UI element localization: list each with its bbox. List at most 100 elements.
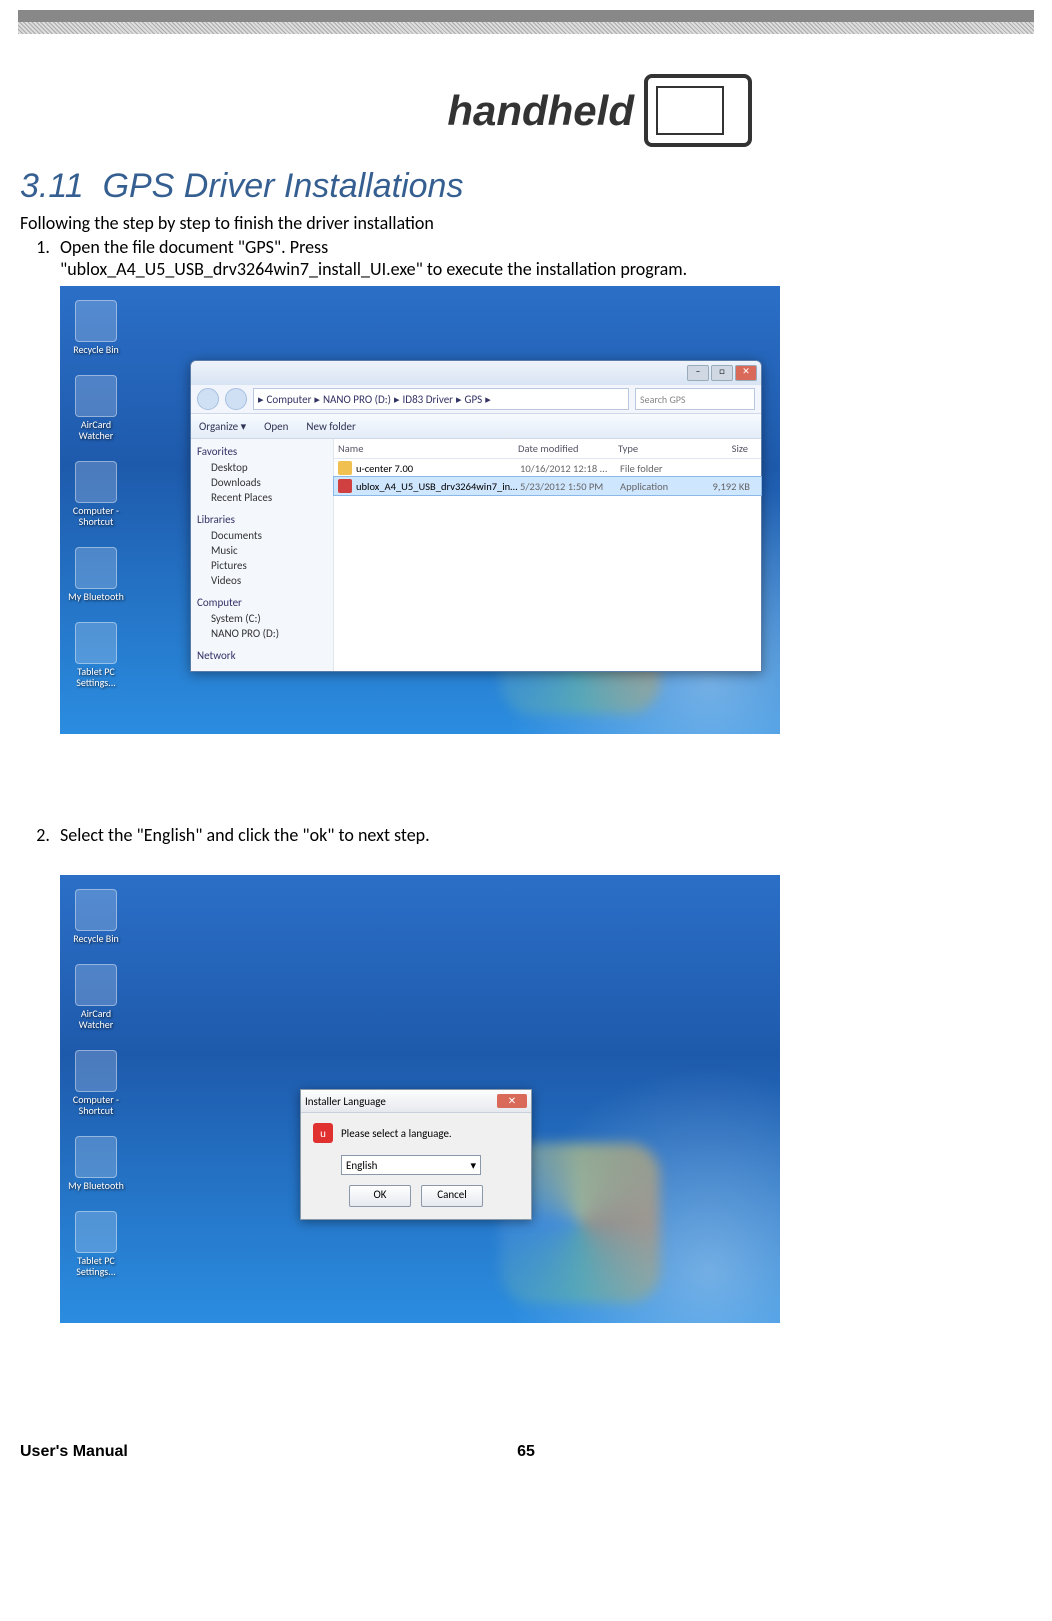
desktop-icon-bluetooth[interactable]: My Bluetooth: [68, 1136, 124, 1191]
step-list-2: Select the "English" and click the "ok" …: [20, 824, 1032, 846]
desktop-icon-computer[interactable]: Computer - Shortcut: [68, 461, 124, 527]
desktop-icons: Recycle Bin AirCard Watcher Computer - S…: [68, 300, 130, 708]
desktop-icon-aircard[interactable]: AirCard Watcher: [68, 964, 124, 1030]
desktop-icon-bluetooth[interactable]: My Bluetooth: [68, 547, 124, 602]
ok-button[interactable]: OK: [349, 1185, 411, 1207]
screenshot-2: Recycle Bin AirCard Watcher Computer - S…: [60, 875, 780, 1323]
recycle-bin-icon: [75, 889, 117, 931]
computer-icon: [75, 1050, 117, 1092]
nav-back-button[interactable]: [197, 388, 219, 410]
explorer-titlebar: – □ ✕: [191, 361, 761, 385]
step-1-line1: Open the file document "GPS". Press: [60, 236, 328, 258]
recycle-bin-icon: [75, 300, 117, 342]
desktop-icon-tabletpc[interactable]: Tablet PC Settings...: [68, 622, 124, 688]
sidebar-item-downloads[interactable]: Downloads: [197, 475, 327, 490]
sidebar-computer-title: Computer: [197, 596, 327, 609]
installer-language-dialog: Installer Language ✕ u Please select a l…: [300, 1089, 532, 1220]
application-icon: [338, 479, 352, 493]
screenshot-1: Recycle Bin AirCard Watcher Computer - S…: [60, 286, 780, 734]
file-row-ublox-installer[interactable]: ublox_A4_U5_USB_drv3264win7_install... 5…: [334, 477, 761, 495]
file-header: Name Date modified Type Size: [334, 439, 761, 459]
page-footer: User's Manual 65: [0, 1443, 1052, 1481]
sidebar-item-videos[interactable]: Videos: [197, 573, 327, 588]
crumb-drive[interactable]: NANO PRO (D:): [323, 393, 391, 406]
desktop-icon-recyclebin[interactable]: Recycle Bin: [68, 889, 124, 944]
language-selected: English: [346, 1159, 377, 1172]
sidebar-item-desktop[interactable]: Desktop: [197, 460, 327, 475]
col-name[interactable]: Name: [338, 442, 518, 455]
desktop-icons: Recycle Bin AirCard Watcher Computer - S…: [68, 889, 130, 1297]
brand-header: handheld: [20, 74, 1032, 147]
explorer-window: – □ ✕ ▸ Computer▸ NANO PRO (D:)▸ ID83 Dr…: [190, 360, 762, 672]
desktop-icon-recyclebin[interactable]: Recycle Bin: [68, 300, 124, 355]
section-heading: 3.11 GPS Driver Installations: [20, 167, 1032, 206]
device-icon: [644, 74, 752, 147]
close-button[interactable]: ✕: [735, 365, 757, 381]
organize-button[interactable]: Organize ▾: [199, 420, 246, 433]
step-2: Select the "English" and click the "ok" …: [54, 824, 1032, 846]
computer-icon: [75, 461, 117, 503]
page-top-border: [18, 10, 1034, 34]
dialog-body: u Please select a language. English ▾ OK…: [301, 1113, 531, 1219]
dialog-buttons: OK Cancel: [313, 1185, 519, 1207]
crumb-computer[interactable]: Computer: [267, 393, 312, 406]
sidebar-libraries-title: Libraries: [197, 513, 327, 526]
sidebar-item-systemc[interactable]: System (C:): [197, 611, 327, 626]
folder-icon: [338, 461, 352, 475]
crumb-gps[interactable]: GPS: [465, 393, 483, 406]
close-button[interactable]: ✕: [497, 1094, 527, 1108]
crumb-driverfolder[interactable]: ID83 Driver: [403, 393, 453, 406]
brand-logo-text: handheld: [447, 87, 634, 135]
footer-manual-label: User's Manual: [20, 1443, 128, 1461]
language-select[interactable]: English ▾: [341, 1155, 481, 1175]
chevron-down-icon: ▾: [470, 1159, 476, 1172]
sidebar-favorites-title: Favorites: [197, 445, 327, 458]
sidebar-item-nanopro[interactable]: NANO PRO (D:): [197, 626, 327, 641]
aircard-icon: [75, 375, 117, 417]
sidebar-item-documents[interactable]: Documents: [197, 528, 327, 543]
col-size[interactable]: Size: [688, 442, 748, 455]
intro-text: Following the step by step to finish the…: [20, 212, 1032, 234]
file-row-ucenter[interactable]: u-center 7.00 10/16/2012 12:18 ... File …: [334, 459, 761, 477]
desktop-icon-computer[interactable]: Computer - Shortcut: [68, 1050, 124, 1116]
desktop-icon-tabletpc[interactable]: Tablet PC Settings...: [68, 1211, 124, 1277]
explorer-navbar: ▸ Computer▸ NANO PRO (D:)▸ ID83 Driver▸ …: [191, 385, 761, 414]
col-type[interactable]: Type: [618, 442, 688, 455]
search-input[interactable]: Search GPS: [635, 388, 755, 410]
step-2-text: Select the "English" and click the "ok" …: [60, 824, 430, 846]
desktop-icon-aircard[interactable]: AirCard Watcher: [68, 375, 124, 441]
step-1-line2: "ublox_A4_U5_USB_drv3264win7_install_UI.…: [60, 258, 687, 280]
maximize-button[interactable]: □: [711, 365, 733, 381]
page-content: handheld 3.11 GPS Driver Installations F…: [0, 34, 1052, 1343]
sidebar-item-pictures[interactable]: Pictures: [197, 558, 327, 573]
col-date[interactable]: Date modified: [518, 442, 618, 455]
section-title-text: GPS Driver Installations: [103, 167, 464, 205]
open-button[interactable]: Open: [264, 420, 288, 433]
dialog-title: Installer Language: [305, 1095, 386, 1108]
minimize-button[interactable]: –: [687, 365, 709, 381]
cancel-button[interactable]: Cancel: [421, 1185, 483, 1207]
footer-page-number: 65: [517, 1443, 535, 1461]
breadcrumb[interactable]: ▸ Computer▸ NANO PRO (D:)▸ ID83 Driver▸ …: [253, 388, 629, 410]
section-number: 3.11: [20, 167, 84, 205]
bluetooth-icon: [75, 1136, 117, 1178]
sidebar-item-music[interactable]: Music: [197, 543, 327, 558]
newfolder-button[interactable]: New folder: [306, 420, 355, 433]
bluetooth-icon: [75, 547, 117, 589]
tabletpc-icon: [75, 622, 117, 664]
screenshot-1-container: Recycle Bin AirCard Watcher Computer - S…: [60, 286, 1032, 734]
window-buttons: – □ ✕: [687, 365, 757, 381]
dialog-titlebar: Installer Language ✕: [301, 1090, 531, 1113]
nav-forward-button[interactable]: [225, 388, 247, 410]
step-list: Open the file document "GPS". Press "ubl…: [20, 236, 1032, 280]
explorer-toolbar: Organize ▾ Open New folder: [191, 414, 761, 439]
tabletpc-icon: [75, 1211, 117, 1253]
explorer-body: Favorites Desktop Downloads Recent Place…: [191, 439, 761, 671]
sidebar-network-title[interactable]: Network: [197, 649, 327, 662]
explorer-filelist: Name Date modified Type Size u-center 7.…: [334, 439, 761, 671]
dialog-prompt: Please select a language.: [341, 1127, 452, 1140]
aircard-icon: [75, 964, 117, 1006]
sidebar-item-recent[interactable]: Recent Places: [197, 490, 327, 505]
explorer-sidebar: Favorites Desktop Downloads Recent Place…: [191, 439, 334, 671]
step-1: Open the file document "GPS". Press "ubl…: [54, 236, 1032, 280]
